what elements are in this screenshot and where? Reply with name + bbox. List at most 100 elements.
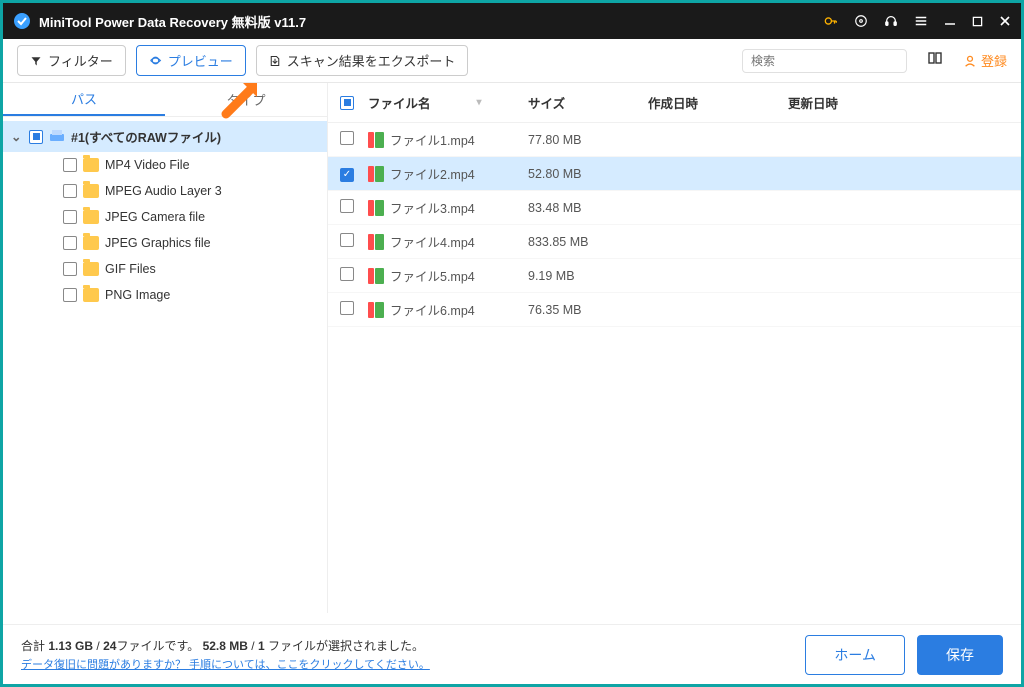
toolbar: フィルター プレビュー スキャン結果をエクスポート 登録 [3,39,1021,83]
chevron-down-icon[interactable]: ⌄ [11,129,21,144]
file-list-header: ファイル名▾ サイズ 作成日時 更新日時 [328,83,1021,123]
tree-root-label: #1(すべてのRAWファイル) [71,127,221,146]
file-name: ファイル6.mp4 [390,300,475,319]
disc-icon[interactable] [854,14,868,28]
tree-item-checkbox[interactable] [63,158,77,172]
search-input[interactable] [751,54,906,68]
file-row[interactable]: ファイル3.mp4 83.48 MB [328,191,1021,225]
file-row-checkbox[interactable] [340,233,354,247]
video-file-icon [368,132,384,148]
column-header-modified[interactable]: 更新日時 [788,93,1009,112]
app-title: MiniTool Power Data Recovery 無料版 v11.7 [39,12,824,31]
close-icon[interactable] [999,15,1011,27]
preview-label: プレビュー [168,51,233,70]
file-row-checkbox[interactable] [340,301,354,315]
sidebar: パス タイプ ⌄ #1(すべてのRAWファイル) MP4 Video File … [3,83,328,613]
columns-icon[interactable] [927,50,945,71]
tree-item[interactable]: JPEG Camera file [3,204,327,230]
folder-icon [83,236,99,250]
preview-button[interactable]: プレビュー [136,45,246,76]
folder-tree: ⌄ #1(すべてのRAWファイル) MP4 Video File MPEG Au… [3,117,327,613]
folder-icon [83,210,99,224]
help-link[interactable]: データ復旧に問題がありますか？ 手順については、ここをクリックしてください。 [21,656,793,672]
file-name: ファイル3.mp4 [390,198,475,217]
footer: 合計 1.13 GB / 24ファイルです。 52.8 MB / 1 ファイルが… [3,624,1021,684]
tree-item-label: MP4 Video File [105,158,190,172]
column-header-size[interactable]: サイズ [528,93,648,112]
video-file-icon [368,200,384,216]
filter-label: フィルター [48,51,113,70]
tab-type[interactable]: タイプ [165,83,327,116]
tree-item-checkbox[interactable] [63,210,77,224]
tab-path[interactable]: パス [3,83,165,116]
video-file-icon [368,166,384,182]
video-file-icon [368,302,384,318]
file-row[interactable]: ファイル1.mp4 77.80 MB [328,123,1021,157]
folder-icon [83,158,99,172]
file-name: ファイル4.mp4 [390,232,475,251]
column-header-created[interactable]: 作成日時 [648,93,788,112]
export-label: スキャン結果をエクスポート [287,51,456,70]
column-header-name[interactable]: ファイル名▾ [368,93,528,112]
file-row[interactable]: ファイル2.mp4 52.80 MB [328,157,1021,191]
tree-item-label: JPEG Camera file [105,210,205,224]
maximize-icon[interactable] [972,16,983,27]
tree-item-checkbox[interactable] [63,262,77,276]
file-row-checkbox[interactable] [340,168,354,182]
export-button[interactable]: スキャン結果をエクスポート [256,45,469,76]
file-size: 76.35 MB [528,303,648,317]
file-row[interactable]: ファイル4.mp4 833.85 MB [328,225,1021,259]
tree-root-checkbox[interactable] [29,130,43,144]
tree-root[interactable]: ⌄ #1(すべてのRAWファイル) [3,121,327,152]
home-button[interactable]: ホーム [805,635,905,675]
file-row[interactable]: ファイル6.mp4 76.35 MB [328,293,1021,327]
file-size: 83.48 MB [528,201,648,215]
titlebar: MiniTool Power Data Recovery 無料版 v11.7 [3,3,1021,39]
login-button[interactable]: 登録 [963,51,1007,70]
tree-item-label: JPEG Graphics file [105,236,211,250]
file-name: ファイル2.mp4 [390,164,475,183]
filter-button[interactable]: フィルター [17,45,126,76]
file-size: 77.80 MB [528,133,648,147]
folder-icon [83,288,99,302]
tree-item[interactable]: JPEG Graphics file [3,230,327,256]
menu-icon[interactable] [914,14,928,28]
tree-item[interactable]: MPEG Audio Layer 3 [3,178,327,204]
tree-item[interactable]: PNG Image [3,282,327,308]
tree-item-label: MPEG Audio Layer 3 [105,184,222,198]
file-row-checkbox[interactable] [340,267,354,281]
tree-item[interactable]: MP4 Video File [3,152,327,178]
tree-item-checkbox[interactable] [63,184,77,198]
tree-item[interactable]: GIF Files [3,256,327,282]
user-icon [963,54,977,68]
tree-item-checkbox[interactable] [63,236,77,250]
login-label: 登録 [981,51,1007,70]
search-box[interactable] [742,49,907,73]
sort-icon: ▾ [477,97,482,108]
video-file-icon [368,234,384,250]
tree-item-label: GIF Files [105,262,156,276]
file-row-checkbox[interactable] [340,131,354,145]
drive-icon [49,128,65,145]
folder-icon [83,262,99,276]
file-size: 52.80 MB [528,167,648,181]
main-content: パス タイプ ⌄ #1(すべてのRAWファイル) MP4 Video File … [3,83,1021,613]
app-logo-icon [13,12,31,30]
sidebar-tabs: パス タイプ [3,83,327,117]
minimize-icon[interactable] [944,15,956,27]
tree-item-checkbox[interactable] [63,288,77,302]
file-row[interactable]: ファイル5.mp4 9.19 MB [328,259,1021,293]
file-name: ファイル1.mp4 [390,130,475,149]
key-icon[interactable] [824,14,838,28]
file-size: 9.19 MB [528,269,648,283]
select-all-checkbox[interactable] [340,96,354,110]
file-size: 833.85 MB [528,235,648,249]
file-name: ファイル5.mp4 [390,266,475,285]
tree-item-label: PNG Image [105,288,170,302]
file-row-checkbox[interactable] [340,199,354,213]
folder-icon [83,184,99,198]
file-list: ファイル名▾ サイズ 作成日時 更新日時 ファイル1.mp4 77.80 MB … [328,83,1021,613]
status-summary: 合計 1.13 GB / 24ファイルです。 52.8 MB / 1 ファイルが… [21,637,793,654]
save-button[interactable]: 保存 [917,635,1003,675]
headphones-icon[interactable] [884,14,898,28]
